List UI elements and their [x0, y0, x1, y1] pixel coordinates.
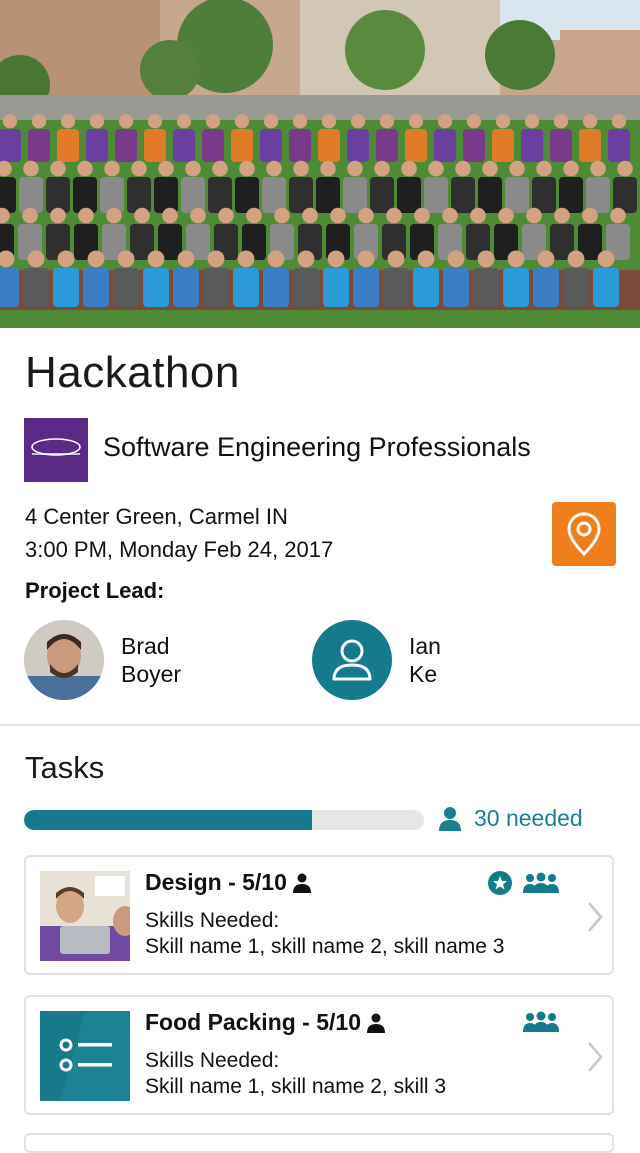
lead-first-name: Brad [121, 633, 170, 659]
skills-list: Skill name 1, skill name 2, skill 3 [145, 1075, 447, 1098]
organization-logo [24, 418, 88, 482]
task-thumbnail [40, 871, 130, 961]
person-icon [367, 1013, 385, 1033]
task-icons [488, 871, 560, 895]
group-icon [523, 872, 559, 893]
hero-group-photo [0, 0, 640, 328]
star-icon [488, 871, 512, 895]
task-title-text: Food Packing - 5/10 [145, 1009, 361, 1035]
lead-avatar-ian[interactable] [312, 620, 392, 700]
map-button[interactable] [552, 502, 616, 566]
lead-name-brad[interactable]: Brad Boyer [121, 632, 181, 688]
task-card-food-packing[interactable]: Food Packing - 5/10 Skills Needed: Skill… [24, 995, 614, 1115]
project-lead-label: Project Lead: [25, 578, 165, 603]
map-pin-icon [567, 512, 601, 556]
lead-avatar-brad[interactable] [24, 620, 104, 700]
task-card-partial[interactable] [24, 1133, 614, 1153]
task-title: Design - 5/10 [145, 869, 311, 896]
event-datetime: 3:00 PM, Monday Feb 24, 2017 [25, 537, 334, 562]
chevron-right-icon [588, 902, 603, 932]
volunteers-needed-label: 30 needed [474, 805, 583, 831]
group-icon [523, 1011, 559, 1032]
person-icon [332, 639, 372, 681]
list-icon [40, 1011, 130, 1101]
lead-name-ian[interactable]: Ian Ke [409, 632, 441, 688]
section-divider [0, 724, 640, 726]
skills-label: Skills Needed: [145, 909, 280, 932]
skills-list: Skill name 1, skill name 2, skill name 3 [145, 935, 505, 958]
task-title: Food Packing - 5/10 [145, 1009, 385, 1036]
skills-label: Skills Needed: [145, 1049, 280, 1072]
chevron-right-icon [588, 1042, 603, 1072]
task-thumbnail [40, 1011, 130, 1101]
tasks-progress-fill [24, 810, 312, 830]
volunteers-needed: 30 needed [438, 805, 583, 832]
person-icon [292, 873, 311, 893]
tasks-progress-bar [24, 810, 424, 830]
lead-last-name: Ke [409, 661, 438, 687]
tasks-title: Tasks [25, 750, 105, 785]
task-card-design[interactable]: Design - 5/10 Skills Needed: Skill name … [24, 855, 614, 975]
task-icons [522, 1011, 560, 1033]
person-icon [439, 806, 461, 831]
task-title-text: Design - 5/10 [145, 869, 287, 895]
lead-first-name: Ian [409, 633, 441, 659]
event-title: Hackathon [25, 348, 240, 397]
event-address: 4 Center Green, Carmel IN [25, 504, 288, 529]
organization-name[interactable]: Software Engineering Professionals [103, 432, 531, 463]
lead-last-name: Boyer [121, 661, 182, 687]
